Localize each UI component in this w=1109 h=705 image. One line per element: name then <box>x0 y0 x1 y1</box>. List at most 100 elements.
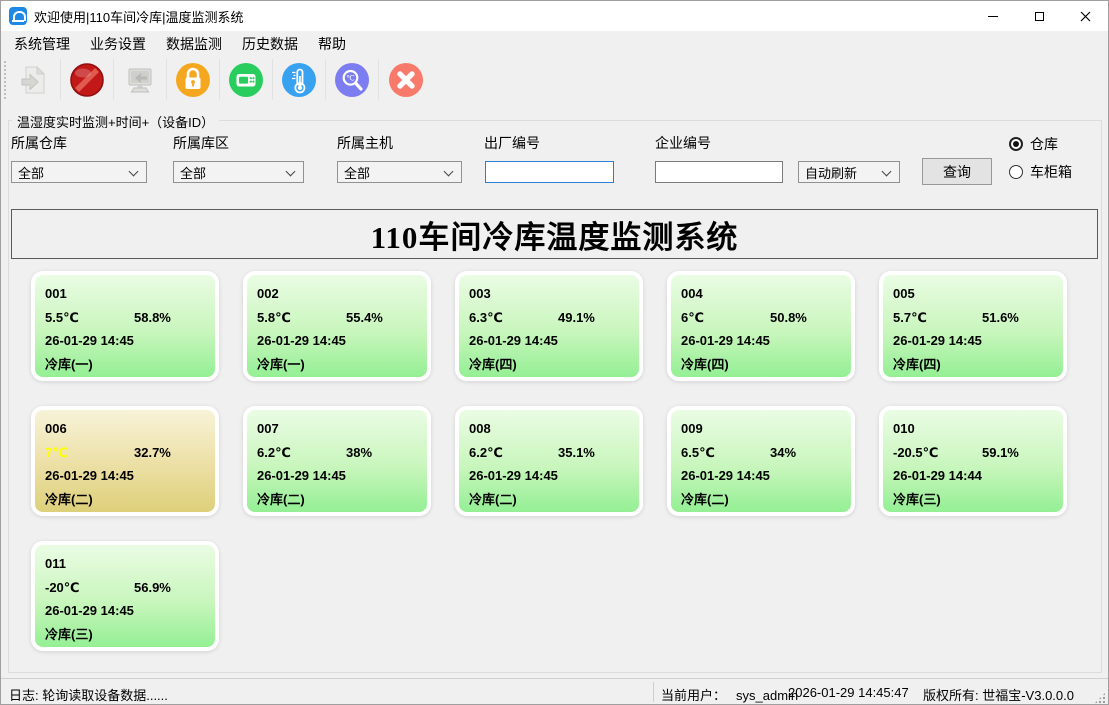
maximize-icon <box>1034 11 1044 21</box>
menu-data-monitoring[interactable]: 数据监测 <box>156 31 232 57</box>
banner: 110车间冷库温度监测系统 <box>11 209 1098 259</box>
device-card-011[interactable]: 011 -20℃ 56.9% 26-01-29 14:45 冷库(三) <box>31 541 219 651</box>
chevron-down-icon <box>285 166 296 177</box>
refresh-mode-value: 自动刷新 <box>805 165 858 181</box>
minimize-button[interactable] <box>970 1 1016 31</box>
radio-warehouse-label: 仓库 <box>1030 136 1058 152</box>
device-humidity: 38% <box>346 444 373 460</box>
statusbar-divider <box>653 682 654 702</box>
zone-select-value: 全部 <box>180 165 207 181</box>
lock-icon <box>176 62 210 97</box>
company-no-label: 企业编号 <box>655 135 711 151</box>
device-temperature: 7℃ <box>45 444 68 460</box>
device-timestamp: 26-01-29 14:45 <box>45 468 134 483</box>
host-select[interactable]: 全部 <box>337 161 462 183</box>
application-window: 欢迎使用|110车间冷库|温度监测系统 系统管理 业务设置 数据监测 历史数据 … <box>0 0 1109 705</box>
device-temperature: 5.7℃ <box>893 309 927 325</box>
maximize-button[interactable] <box>1016 1 1062 31</box>
device-location: 冷库(四) <box>469 356 517 372</box>
device-card-007[interactable]: 007 6.2℃ 38% 26-01-29 14:45 冷库(二) <box>243 406 431 516</box>
device-humidity: 55.4% <box>346 309 383 325</box>
menu-bar: 系统管理 业务设置 数据监测 历史数据 帮助 <box>1 31 1108 57</box>
device-id: 010 <box>893 421 915 436</box>
device-location: 冷库(一) <box>257 356 305 372</box>
current-user: 当前用户： sys_admin <box>661 685 798 704</box>
warehouse-select-value: 全部 <box>18 165 45 181</box>
chevron-down-icon <box>443 166 454 177</box>
device-id: 011 <box>45 556 66 571</box>
zone-select[interactable]: 全部 <box>173 161 304 183</box>
device-temperature: 6.5℃ <box>681 444 715 460</box>
chevron-down-icon <box>128 166 139 177</box>
exit-icon <box>388 62 423 97</box>
device-humidity: 32.7% <box>134 444 171 460</box>
device-location: 冷库(一) <box>45 356 93 372</box>
radio-warehouse[interactable]: 仓库 <box>1009 135 1058 153</box>
device-temperature: -20.5℃ <box>893 444 939 460</box>
chevron-down-icon <box>881 166 892 177</box>
host-label: 所属主机 <box>337 135 393 151</box>
device-id: 006 <box>45 421 67 436</box>
copyright-text: 版权所有: 世福宝-V3.0.0.0 <box>923 688 1074 703</box>
toolbar-button-monitor[interactable] <box>114 59 167 100</box>
warehouse-label: 所属仓库 <box>11 135 67 151</box>
toolbar-button-temperature[interactable] <box>273 59 326 100</box>
device-timestamp: 26-01-29 14:45 <box>45 603 134 618</box>
log-status: 日志: 轮询读取设备数据...... <box>9 688 168 703</box>
resize-grip[interactable] <box>1094 692 1106 704</box>
company-no-input[interactable] <box>655 161 783 183</box>
menu-system-management[interactable]: 系统管理 <box>4 31 80 57</box>
device-humidity: 35.1% <box>558 444 595 460</box>
device-location: 冷库(四) <box>893 356 941 372</box>
device-id: 008 <box>469 421 491 436</box>
device-card-004[interactable]: 004 6℃ 50.8% 26-01-29 14:45 冷库(四) <box>667 271 855 381</box>
device-card-009[interactable]: 009 6.5℃ 34% 26-01-29 14:45 冷库(二) <box>667 406 855 516</box>
warehouse-select[interactable]: 全部 <box>11 161 147 183</box>
device-timestamp: 26-01-29 14:45 <box>257 468 346 483</box>
device-timestamp: 26-01-29 14:45 <box>469 333 558 348</box>
device-humidity: 50.8% <box>770 309 807 325</box>
radio-cabinet[interactable]: 车柜箱 <box>1009 163 1072 181</box>
device-card-001[interactable]: 001 5.5℃ 58.8% 26-01-29 14:45 冷库(一) <box>31 271 219 381</box>
device-temperature: 6.2℃ <box>257 444 291 460</box>
device-timestamp: 26-01-29 14:45 <box>45 333 134 348</box>
device-temperature: 5.8℃ <box>257 309 291 325</box>
device-card-005[interactable]: 005 5.7℃ 51.6% 26-01-29 14:45 冷库(四) <box>879 271 1067 381</box>
close-button[interactable] <box>1062 1 1108 31</box>
toolbar-button-search[interactable]: ℃ <box>326 59 379 100</box>
device-timestamp: 26-01-29 14:45 <box>257 333 346 348</box>
device-location: 冷库(四) <box>681 356 729 372</box>
device-cards-grid: 001 5.5℃ 58.8% 26-01-29 14:45 冷库(一) 002 5… <box>31 271 1080 651</box>
device-location: 冷库(二) <box>469 491 517 507</box>
toolbar-button-import[interactable] <box>8 59 61 100</box>
toolbar-button-lock[interactable] <box>167 59 220 100</box>
device-timestamp: 26-01-29 14:45 <box>469 468 558 483</box>
device-card-010[interactable]: 010 -20.5℃ 59.1% 26-01-29 14:44 冷库(三) <box>879 406 1067 516</box>
device-card-008[interactable]: 008 6.2℃ 35.1% 26-01-29 14:45 冷库(二) <box>455 406 643 516</box>
device-id: 001 <box>45 286 67 301</box>
radio-unselected-icon <box>1009 165 1023 179</box>
banner-title: 110车间冷库温度监测系统 <box>370 219 739 255</box>
document-arrow-icon <box>21 65 46 93</box>
menu-help[interactable]: 帮助 <box>308 31 356 57</box>
device-panel-icon <box>229 62 263 97</box>
device-card-003[interactable]: 003 6.3℃ 49.1% 26-01-29 14:45 冷库(四) <box>455 271 643 381</box>
menu-business-settings[interactable]: 业务设置 <box>80 31 156 57</box>
svg-text:℃: ℃ <box>346 73 355 82</box>
factory-no-label: 出厂编号 <box>484 135 540 151</box>
groupbox-title: 温湿度实时监测+时间+（设备ID） <box>12 112 220 131</box>
menu-history-data[interactable]: 历史数据 <box>232 31 308 57</box>
device-location: 冷库(二) <box>45 491 93 507</box>
device-card-006[interactable]: 006 7℃ 32.7% 26-01-29 14:45 冷库(二) <box>31 406 219 516</box>
device-humidity: 56.9% <box>134 579 171 595</box>
device-card-002[interactable]: 002 5.8℃ 55.4% 26-01-29 14:45 冷库(一) <box>243 271 431 381</box>
device-id: 003 <box>469 286 491 301</box>
toolbar-button-device[interactable] <box>220 59 273 100</box>
toolbar-button-disable[interactable] <box>61 59 114 100</box>
toolbar-button-exit[interactable] <box>379 59 432 100</box>
query-button[interactable]: 查询 <box>922 158 992 185</box>
refresh-mode-select[interactable]: 自动刷新 <box>798 161 900 183</box>
close-icon <box>1080 11 1090 21</box>
title-bar: 欢迎使用|110车间冷库|温度监测系统 <box>1 1 1108 31</box>
factory-no-input[interactable] <box>485 161 614 183</box>
